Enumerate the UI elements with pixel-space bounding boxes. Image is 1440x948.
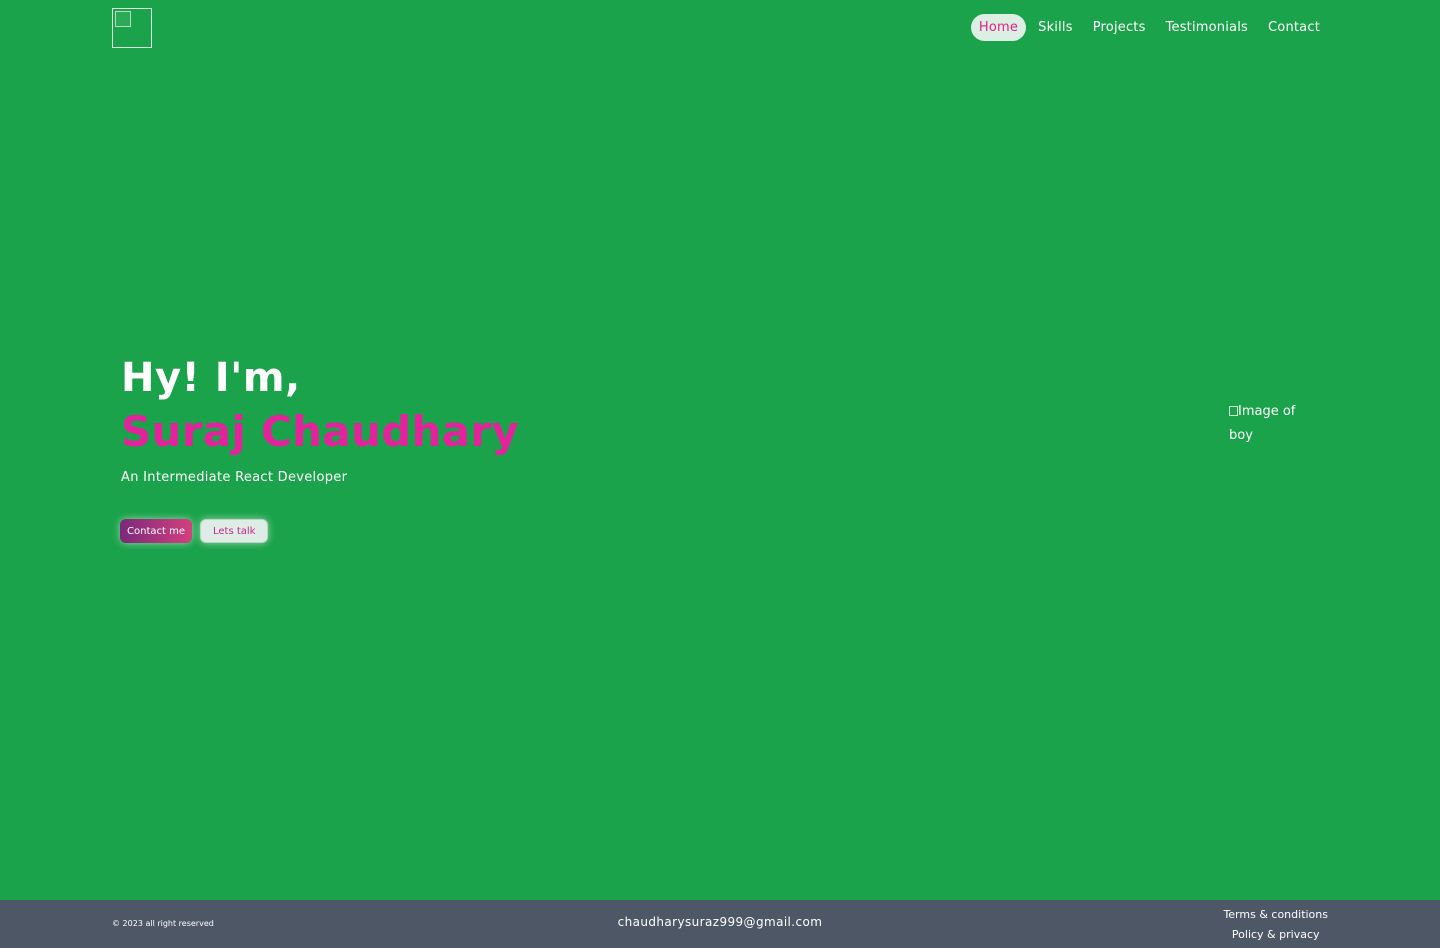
nav-link-home[interactable]: Home xyxy=(970,14,1027,41)
footer: © 2023 all right reserved chaudharysuraz… xyxy=(0,900,1440,948)
nav-link-projects[interactable]: Projects xyxy=(1085,14,1154,41)
hero-image-alt: Image of boy xyxy=(1229,404,1296,443)
navbar: Home Skills Projects Testimonials Contac… xyxy=(0,0,1440,56)
nav-link-skills[interactable]: Skills xyxy=(1030,14,1081,41)
lets-talk-button[interactable]: Lets talk xyxy=(199,519,269,543)
nav-menu: Home Skills Projects Testimonials Contac… xyxy=(970,14,1328,41)
broken-image-icon xyxy=(1229,406,1238,416)
nav-link-testimonials[interactable]: Testimonials xyxy=(1158,14,1256,41)
nav-link-contact[interactable]: Contact xyxy=(1260,14,1328,41)
contact-me-button[interactable]: Contact me xyxy=(120,519,192,543)
hero-greeting: Hy! I'm, xyxy=(121,355,301,401)
hero-name: Suraj Chaudhary xyxy=(121,407,520,456)
hero-tagline: An Intermediate React Developer xyxy=(121,470,348,485)
privacy-link[interactable]: Policy & privacy xyxy=(1223,925,1328,945)
logo-image[interactable] xyxy=(112,8,152,48)
terms-link[interactable]: Terms & conditions xyxy=(1223,905,1328,925)
hero-section: Hy! I'm, Suraj Chaudhary An Intermediate… xyxy=(121,352,519,485)
footer-links: Terms & conditions Policy & privacy xyxy=(1223,905,1328,945)
hero-image: Image of boy xyxy=(1229,400,1309,448)
hero-buttons: Contact me Lets talk xyxy=(120,519,269,543)
